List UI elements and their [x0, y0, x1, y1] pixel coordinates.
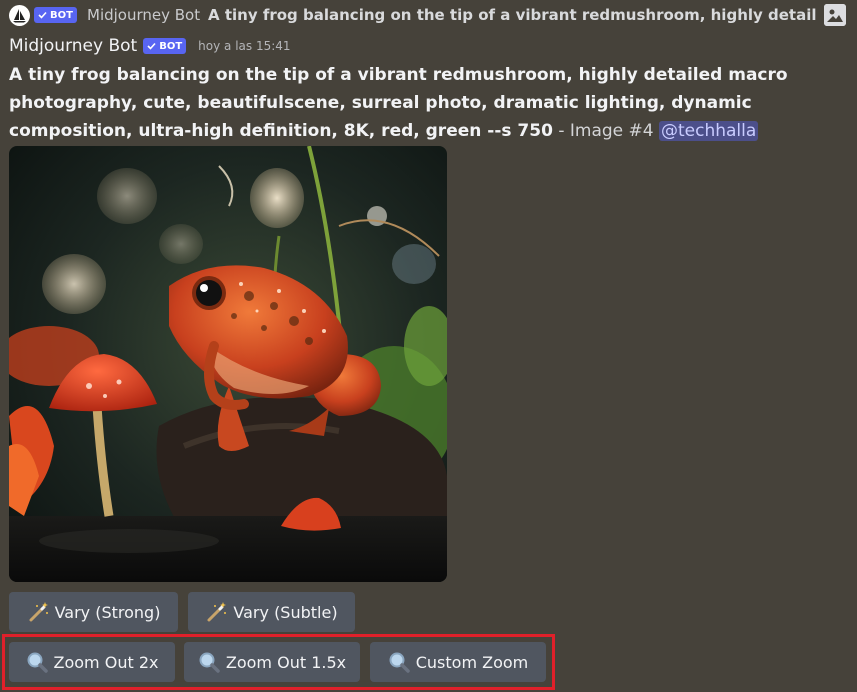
magnifier-icon	[27, 652, 48, 673]
bot-tag: BOT	[143, 38, 187, 54]
message-header: Midjourney Bot BOT hoy a las 15:41	[9, 35, 291, 57]
zoom-out-15x-button[interactable]: Zoom Out 1.5x	[184, 642, 360, 682]
image-icon	[824, 4, 846, 26]
sailboat-icon	[13, 9, 26, 23]
user-mention[interactable]: @techhalla	[658, 121, 759, 141]
reply-text[interactable]: A tiny frog balancing on the tip of a vi…	[208, 6, 816, 24]
generated-image[interactable]	[9, 146, 447, 582]
magic-wand-icon	[207, 602, 227, 622]
reply-author[interactable]: Midjourney Bot	[87, 6, 200, 24]
frog-mushroom-image	[9, 146, 447, 582]
zoom-out-15x-label: Zoom Out 1.5x	[225, 652, 347, 672]
vary-strong-button[interactable]: Vary (Strong)	[9, 592, 178, 632]
magnifier-icon	[199, 652, 220, 673]
magic-wand-icon	[29, 602, 48, 622]
bot-tag-label: BOT	[159, 40, 183, 52]
reply-bot-tag: BOT	[34, 7, 77, 23]
check-icon	[147, 42, 156, 50]
reply-bot-tag-label: BOT	[50, 9, 73, 21]
midjourney-avatar[interactable]	[9, 5, 30, 26]
reply-preview[interactable]: BOT Midjourney Bot A tiny frog balancing…	[0, 0, 857, 32]
message-content: A tiny frog balancing on the tip of a vi…	[9, 61, 849, 145]
vary-strong-label: Vary (Strong)	[54, 602, 161, 622]
vary-subtle-label: Vary (Subtle)	[233, 602, 338, 622]
custom-zoom-label: Custom Zoom	[415, 652, 529, 672]
image-number: - Image #4	[552, 121, 659, 141]
vary-subtle-button[interactable]: Vary (Subtle)	[188, 592, 355, 632]
zoom-out-2x-label: Zoom Out 2x	[53, 652, 159, 672]
zoom-out-2x-button[interactable]: Zoom Out 2x	[9, 642, 175, 682]
check-icon	[38, 11, 47, 19]
magnifier-icon	[389, 652, 410, 673]
timestamp: hoy a las 15:41	[198, 39, 291, 53]
custom-zoom-button[interactable]: Custom Zoom	[370, 642, 546, 682]
author-name[interactable]: Midjourney Bot	[9, 36, 137, 56]
